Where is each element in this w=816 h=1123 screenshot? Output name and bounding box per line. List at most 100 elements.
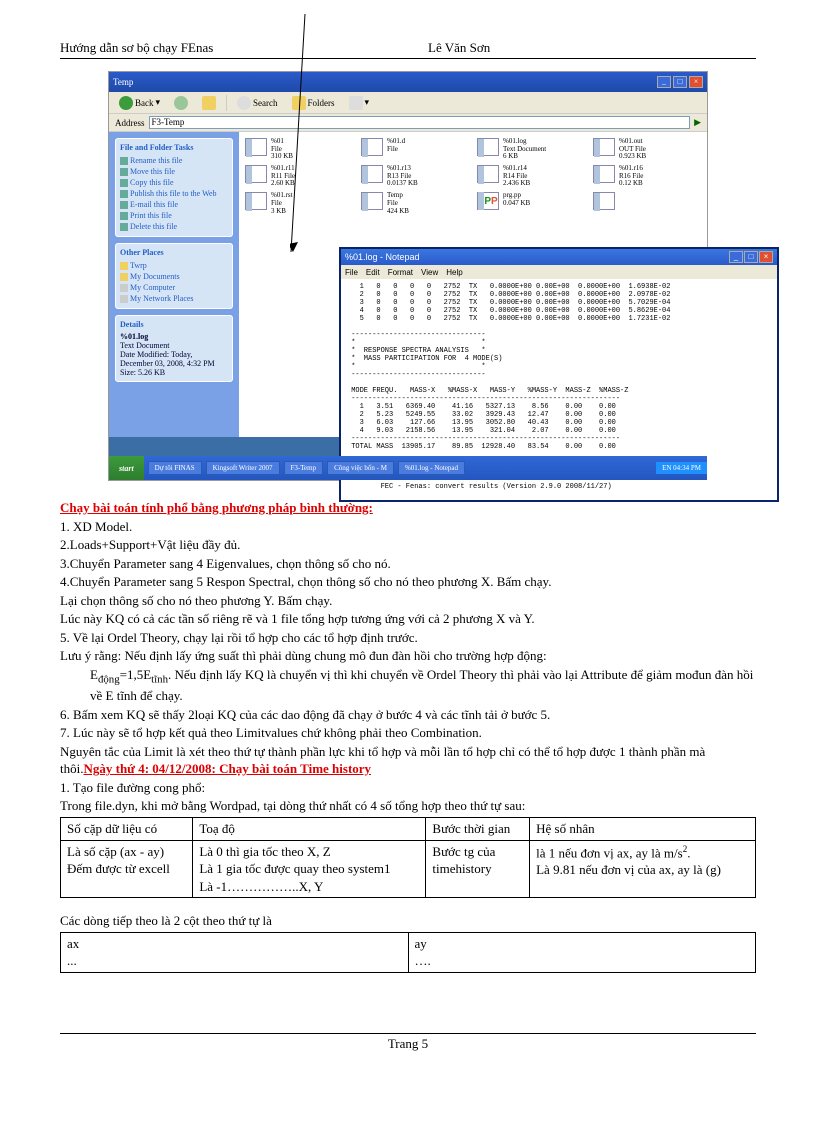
task-item[interactable]: E-mail this file [120,199,228,210]
file-item[interactable]: %01.r16R16 File0.12 KB [593,165,701,188]
explorer-toolbar: Back ▾ Search Folders ▾ [109,92,707,114]
views-button[interactable]: ▾ [345,95,374,111]
start-button[interactable]: start [109,456,144,480]
file-item[interactable]: %01.rstFile3 KB [245,192,353,215]
maximize-button[interactable]: □ [673,76,687,88]
task-item[interactable]: Copy this file [120,177,228,188]
up-icon [202,96,216,110]
menu-file[interactable]: File [345,268,358,277]
file-tasks-block: File and Folder Tasks Rename this file M… [115,138,233,237]
file-size: 2.436 KB [503,180,530,188]
file-size: 0.0137 KB [387,180,418,188]
task-item[interactable]: Print this file [120,210,228,221]
file-icon: PP [477,192,499,210]
task-icon [120,201,128,209]
step-4: 4.Chuyển Parameter sang 5 Respon Spectra… [60,573,756,591]
close-button[interactable]: × [689,76,703,88]
formula-line: Eđộng=1,5Etĩnh. Nếu định lấy KQ là chuyể… [60,666,756,705]
place-item[interactable]: Twrp [120,260,228,271]
file-item[interactable]: TempFile424 KB [361,192,469,215]
file-item[interactable] [593,192,701,215]
task-icon [120,179,128,187]
td: Bước tg của timehistory [426,840,530,898]
step-7: 7. Lúc này sẽ tổ hợp kết quả theo Limitv… [60,724,756,742]
up-button[interactable] [198,95,220,111]
details-line: Size: 5.26 KB [120,368,228,377]
file-size: 424 KB [387,208,409,216]
place-item[interactable]: My Documents [120,271,228,282]
file-note: Trong file.dyn, khi mở bằng Wordpad, tại… [60,797,756,815]
views-icon [349,96,363,110]
file-icon [477,138,499,156]
folder-icon [120,262,128,270]
taskbar-item[interactable]: Kingsoft Writer 2007 [206,461,280,475]
file-icon [361,138,383,156]
limit-note: Nguyên tắc của Limit là xét theo thứ tự … [60,743,756,778]
step-2: 2.Loads+Support+Vật liệu đầy đủ. [60,536,756,554]
file-icon [593,192,615,210]
search-icon [237,96,251,110]
task-item[interactable]: Rename this file [120,155,228,166]
taskbar-item[interactable]: F3-Temp [284,461,324,475]
step-3: 3.Chuyển Parameter sang 4 Eigenvalues, c… [60,555,756,573]
td: ay …. [408,932,756,972]
system-tray[interactable]: EN 04:34 PM [656,462,707,474]
file-item[interactable]: %01.r14R14 File2.436 KB [477,165,585,188]
taskbar-item[interactable]: Dự tôi FINAS [148,461,202,475]
notepad-title-text: %01.log - Notepad [345,252,420,262]
th-4: Hệ số nhân [530,817,756,840]
section-heading: Chạy bài toán tính phổ bằng phương pháp … [60,500,373,515]
file-tasks-title: File and Folder Tasks [120,143,228,152]
th-2: Toạ độ [193,817,426,840]
address-input[interactable]: F3-Temp [149,116,691,129]
file-item[interactable]: PPprg.pp0.047 KB [477,192,585,215]
file-sub: File [387,146,405,154]
file-size: 0.12 KB [619,180,643,188]
task-item[interactable]: Move this file [120,166,228,177]
step-5: 5. Về lại Ordel Theory, chạy lại rồi tổ … [60,629,756,647]
explorer-titlebar: Temp _ □ × [109,72,707,92]
back-button[interactable]: Back ▾ [115,95,164,111]
place-item[interactable]: My Network Places [120,293,228,304]
notepad-maximize[interactable]: □ [744,251,758,263]
td: là 1 nếu đơn vị ax, ay là m/s2. Là 9.81 … [530,840,756,898]
menu-help[interactable]: Help [446,268,462,277]
file-icon [477,165,499,183]
file-item[interactable]: %01.outOUT File0.923 KB [593,138,701,161]
taskbar-item[interactable]: Công việc bốn - M [327,461,394,475]
date-link[interactable]: Ngày thứ 4: 04/12/2008: Chạy bài toán Ti… [83,761,371,776]
file-size: 310 KB [271,153,293,161]
address-label: Address [115,118,145,128]
file-item[interactable]: %01.r13R13 File0.0137 KB [361,165,469,188]
place-item[interactable]: My Computer [120,282,228,293]
file-icon [593,138,615,156]
file-icon [245,138,267,156]
task-item[interactable]: Delete this file [120,221,228,232]
menu-view[interactable]: View [421,268,438,277]
go-button[interactable]: ▶ [694,117,701,128]
notepad-close[interactable]: × [759,251,773,263]
file-item[interactable]: %01File310 KB [245,138,353,161]
back-icon [119,96,133,110]
file-item[interactable]: %01.dFile [361,138,469,161]
details-block: Details %01.log Text Document Date Modif… [115,315,233,382]
td: Là số cặp (ax - ay) Đếm được từ excell [61,840,193,898]
menu-edit[interactable]: Edit [366,268,380,277]
cols-note: Các dòng tiếp theo là 2 cột theo thứ tự … [60,912,756,930]
folder-icon [120,273,128,281]
forward-icon [174,96,188,110]
search-button[interactable]: Search [233,95,282,111]
menu-format[interactable]: Format [388,268,413,277]
file-item[interactable]: %01.logText Document6 KB [477,138,585,161]
taskbar-item[interactable]: %01.log - Notepad [398,461,465,475]
folders-button[interactable]: Folders [288,95,339,111]
file-item[interactable]: %01.r11R11 File2.60 KB [245,165,353,188]
notepad-minimize[interactable]: _ [729,251,743,263]
step-4c: Lúc này KQ có cả các tần số riêng rẽ và … [60,610,756,628]
forward-button[interactable] [170,95,192,111]
note-line: Lưu ý rằng: Nếu định lấy ứng suất thì ph… [60,647,756,665]
notepad-titlebar: %01.log - Notepad _ □ × [341,249,777,265]
task-item[interactable]: Publish this file to the Web [120,188,228,199]
minimize-button[interactable]: _ [657,76,671,88]
document-body: Chạy bài toán tính phổ bằng phương pháp … [60,499,756,973]
